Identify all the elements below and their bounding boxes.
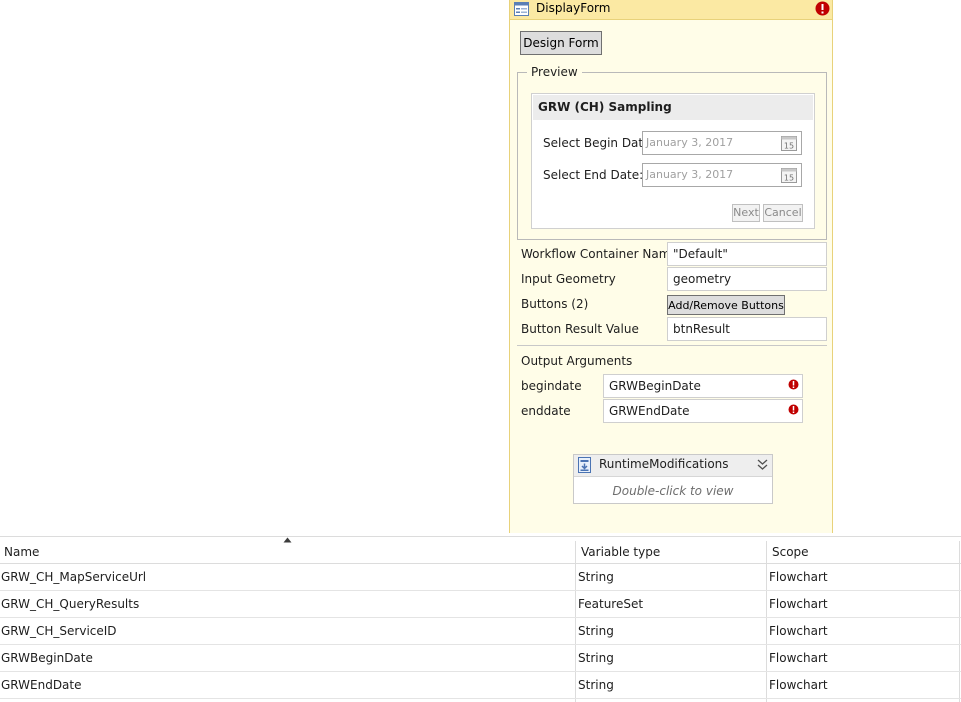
add-remove-buttons-button[interactable]: Add/Remove Buttons	[667, 295, 785, 315]
design-form-button[interactable]: Design Form	[520, 31, 602, 55]
runtime-header[interactable]: RuntimeModifications	[574, 455, 772, 477]
runtime-title: RuntimeModifications	[599, 457, 729, 471]
cell-scope: Flowchart	[769, 624, 828, 638]
expand-chevron-icon[interactable]	[756, 458, 769, 472]
cell-scope: Flowchart	[769, 651, 828, 665]
workflow-container-label: Workflow Container Name	[521, 247, 678, 261]
cell-scope: Flowchart	[769, 678, 828, 692]
cancel-button[interactable]: Cancel	[763, 204, 803, 222]
cell-scope: Flowchart	[769, 570, 828, 584]
table-row[interactable]: GRW_CH_MapServiceUrl String Flowchart	[0, 564, 961, 591]
variables-grid: Name Variable type Scope GRW_CH_MapServi…	[0, 536, 961, 702]
table-row[interactable]: GRWBeginDate String Flowchart	[0, 645, 961, 672]
calendar-day: 15	[784, 174, 794, 183]
arg-value-enddate[interactable]: GRWEndDate	[603, 399, 803, 423]
table-row[interactable]: GRW_CH_QueryResults FeatureSet Flowchart	[0, 591, 961, 618]
error-icon[interactable]	[815, 1, 830, 16]
input-geometry-label: Input Geometry	[521, 272, 616, 286]
begin-date-label: Select Begin Date:	[543, 136, 655, 150]
runtime-hint: Double-click to view	[612, 484, 734, 498]
cell-type: String	[578, 624, 614, 638]
column-header-name[interactable]: Name	[4, 545, 39, 559]
buttons-label: Buttons (2)	[521, 297, 589, 311]
column-header-variable-type[interactable]: Variable type	[581, 545, 660, 559]
button-result-field[interactable]: btnResult	[667, 317, 827, 341]
form-title: GRW (CH) Sampling	[533, 95, 813, 120]
cell-name: GRWEndDate	[1, 678, 82, 692]
cell-type: FeatureSet	[578, 597, 644, 611]
output-arguments-heading: Output Arguments	[521, 354, 633, 368]
runtime-icon	[578, 457, 591, 473]
begin-date-picker[interactable]: January 3, 2017 15	[642, 131, 802, 155]
arg-name-enddate: enddate	[521, 404, 571, 418]
calendar-icon[interactable]: 15	[781, 167, 797, 183]
begin-date-value: January 3, 2017	[646, 136, 734, 149]
cell-name: GRWBeginDate	[1, 651, 93, 665]
end-date-picker[interactable]: January 3, 2017 15	[642, 163, 802, 187]
error-icon[interactable]	[788, 404, 799, 415]
column-header-scope[interactable]: Scope	[772, 545, 809, 559]
arg-value-begindate[interactable]: GRWBeginDate	[603, 374, 803, 398]
arg-value-text: GRWBeginDate	[609, 379, 701, 393]
calendar-day: 15	[784, 142, 794, 151]
runtime-modifications-activity[interactable]: RuntimeModifications Double-click to vie…	[573, 454, 773, 504]
table-row[interactable]: GRWEndDate String Flowchart	[0, 672, 961, 699]
preview-group: Preview GRW (CH) Sampling Select Begin D…	[517, 65, 827, 240]
grid-header: Name Variable type Scope	[0, 541, 961, 564]
next-button[interactable]: Next	[732, 204, 760, 222]
arg-name-begindate: begindate	[521, 379, 582, 393]
input-geometry-field[interactable]: geometry	[667, 267, 827, 291]
end-date-label: Select End Date:	[543, 168, 644, 182]
button-result-label: Button Result Value	[521, 322, 639, 336]
activity-title: DisplayForm	[536, 1, 611, 15]
calendar-icon[interactable]: 15	[781, 135, 797, 151]
divider	[517, 345, 827, 346]
cell-type: String	[578, 651, 614, 665]
form-icon	[514, 2, 529, 16]
end-date-value: January 3, 2017	[646, 168, 734, 181]
cell-name: GRW_CH_ServiceID	[1, 624, 117, 638]
form-preview: GRW (CH) Sampling Select Begin Date: Jan…	[531, 93, 815, 229]
arg-value-text: GRWEndDate	[609, 404, 690, 418]
display-form-activity[interactable]: DisplayForm Design Form Preview GRW (CH)…	[509, 0, 833, 533]
error-icon[interactable]	[788, 379, 799, 390]
cell-name: GRW_CH_MapServiceUrl	[1, 570, 147, 584]
cell-type: String	[578, 570, 614, 584]
cell-type: String	[578, 678, 614, 692]
table-row[interactable]: GRW_CH_ServiceID String Flowchart	[0, 618, 961, 645]
activity-header[interactable]: DisplayForm	[510, 0, 832, 20]
cell-name: GRW_CH_QueryResults	[1, 597, 140, 611]
cell-scope: Flowchart	[769, 597, 828, 611]
workflow-container-field[interactable]: "Default"	[667, 242, 827, 266]
preview-legend: Preview	[527, 65, 582, 79]
